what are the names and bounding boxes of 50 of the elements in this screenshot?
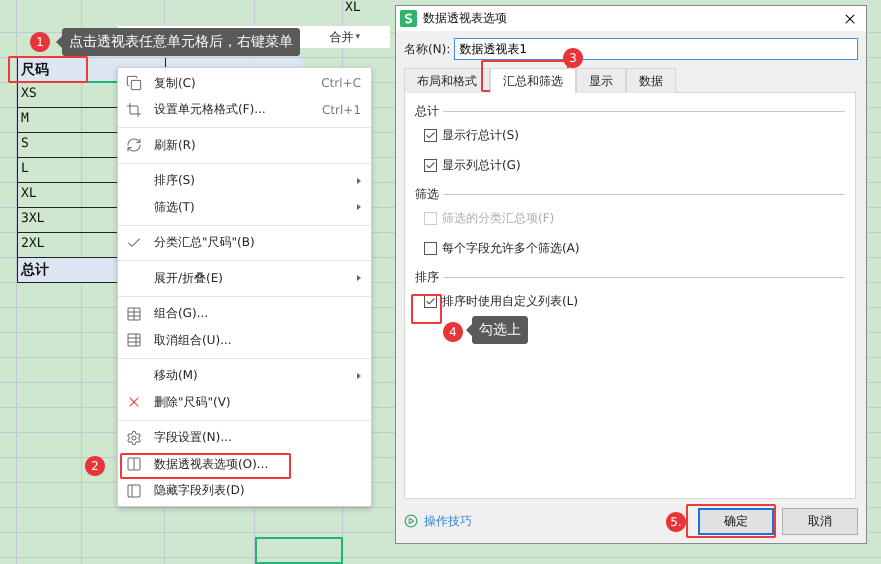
- window-title: 数据透视表选项: [423, 10, 508, 27]
- dialog-button[interactable]: 取消: [782, 508, 858, 534]
- menu-item[interactable]: 隐藏字段列表(D): [118, 478, 371, 504]
- table-icon: [126, 456, 142, 472]
- checkbox-label: 显示列总计(G): [442, 157, 521, 174]
- submenu-arrow-icon: [357, 204, 361, 210]
- submenu-arrow-icon: [357, 275, 361, 282]
- tab[interactable]: 布局和格式: [404, 68, 490, 93]
- step-tooltip: 点击透视表任意单元格后，右键菜单: [56, 28, 300, 56]
- step-tooltip: 勾选上: [466, 316, 528, 344]
- menu-item[interactable]: 组合(G)...: [118, 300, 371, 327]
- table-icon: [126, 332, 142, 348]
- section-title: 总计: [415, 103, 439, 120]
- crop-icon: [126, 102, 142, 118]
- checkbox-label: 显示行总计(S): [442, 127, 519, 144]
- submenu-arrow-icon: [357, 178, 361, 184]
- copy-icon: [126, 75, 142, 92]
- menu-item[interactable]: 删除"尺码"(V): [118, 389, 371, 416]
- logo-icon: [400, 10, 417, 27]
- play-icon: [404, 514, 418, 528]
- step-badge: 1: [30, 32, 50, 52]
- checkbox[interactable]: [424, 242, 437, 255]
- checkbox[interactable]: [424, 295, 437, 308]
- menu-item[interactable]: 字段设置(N)...: [118, 424, 371, 451]
- gear-icon: [126, 430, 142, 446]
- checkbox[interactable]: [424, 129, 437, 142]
- section-title: 排序: [415, 269, 439, 286]
- submenu-arrow-icon: [357, 372, 361, 379]
- cell-text: XL: [345, 0, 361, 15]
- step-badge: 2: [85, 456, 105, 476]
- panel-icon: [126, 482, 142, 499]
- checkbox[interactable]: [424, 159, 437, 172]
- refresh-icon: [126, 137, 142, 154]
- menu-item[interactable]: 取消组合(U)...: [118, 327, 371, 354]
- section-title: 筛选: [415, 186, 439, 203]
- tab[interactable]: 数据: [626, 68, 676, 93]
- merge-button[interactable]: 合并: [329, 28, 354, 46]
- tab[interactable]: 显示: [576, 68, 626, 93]
- menu-item[interactable]: 数据透视表选项(O)...: [118, 451, 371, 478]
- menu-item[interactable]: 移动(M): [118, 362, 371, 389]
- tips-link[interactable]: 操作技巧: [404, 512, 472, 530]
- dialog-button[interactable]: 确定: [698, 508, 774, 534]
- caret-icon[interactable]: ▾: [355, 32, 360, 42]
- tab[interactable]: 汇总和筛选: [490, 68, 576, 93]
- checkbox-label: 每个字段允许多个筛选(A): [442, 240, 580, 257]
- highlight-frame: [411, 294, 442, 324]
- checkbox-label: 筛选的分类汇总项(F): [442, 210, 554, 227]
- checkbox-label: 排序时使用自定义列表(L): [442, 293, 578, 310]
- table-icon: [126, 306, 142, 322]
- name-label: 名称(N):: [404, 40, 450, 58]
